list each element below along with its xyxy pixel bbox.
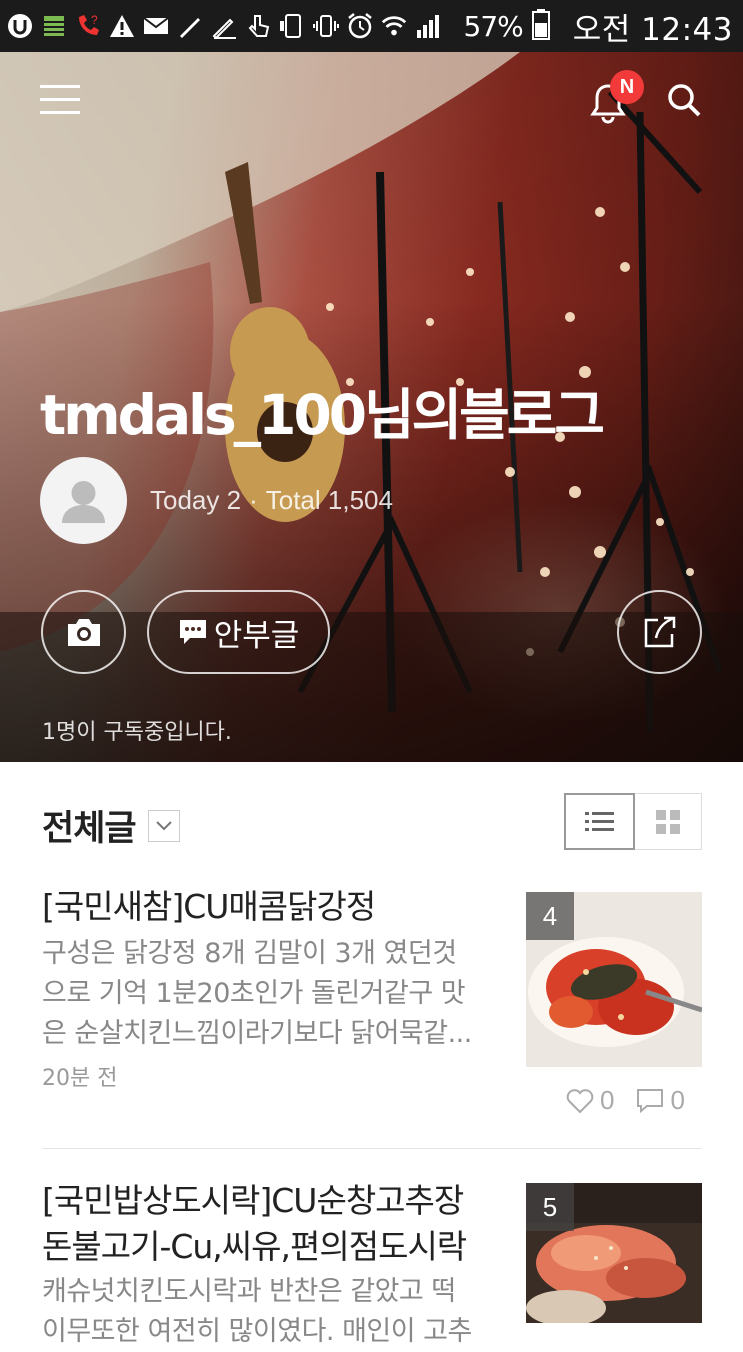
phone-icon bbox=[278, 12, 306, 40]
post-divider bbox=[42, 1148, 702, 1149]
blog-title: tmdals_100님의블로그 bbox=[40, 383, 605, 447]
total-count: Total 1,504 bbox=[265, 485, 393, 515]
share-button[interactable] bbox=[617, 590, 702, 674]
like-button[interactable]: 0 bbox=[566, 1085, 614, 1116]
u-plus-icon bbox=[6, 12, 34, 40]
excerpt-line: 이무또한 여전히 많이였다. 매인이 고추 bbox=[42, 1316, 472, 1347]
category-header: 전체글 bbox=[42, 800, 180, 851]
camera-icon bbox=[67, 619, 100, 646]
grid-view-button[interactable] bbox=[634, 794, 701, 849]
battery-icon bbox=[531, 8, 551, 44]
notification-badge: N bbox=[610, 70, 644, 104]
excerpt-line: 은 순살치킨느낌이라기보다 닭어묵같... bbox=[42, 1018, 472, 1049]
search-icon bbox=[668, 84, 701, 117]
comment-button[interactable]: 0 bbox=[636, 1085, 685, 1116]
search-button[interactable] bbox=[664, 80, 704, 120]
subscriber-count: 1명이 구독중입니다. bbox=[42, 720, 232, 745]
hamburger-icon bbox=[40, 85, 80, 114]
view-toggle bbox=[564, 793, 702, 850]
post-title[interactable]: [국민새참]CU매콤닭강정 bbox=[42, 884, 508, 930]
post-item[interactable]: [국민밥상도시락]CU순창고추장 돈불고기-Cu,씨유,편의점도시락 캐슈넛치킨… bbox=[42, 1178, 702, 1347]
post-reactions: 0 0 bbox=[566, 1085, 685, 1116]
share-icon bbox=[644, 616, 675, 648]
alarm-icon bbox=[346, 12, 374, 40]
post-text: [국민새참]CU매콤닭강정 구성은 닭강정 8개 김말이 3개 였던것 으로 기… bbox=[42, 884, 508, 1092]
vibrate-icon bbox=[312, 12, 340, 40]
clock: 오전 12:43 bbox=[572, 11, 733, 48]
post-title[interactable]: [국민밥상도시락]CU순창고추장 돈불고기-Cu,씨유,편의점도시락 bbox=[42, 1178, 508, 1270]
post-thumbnail[interactable]: 5 bbox=[526, 1183, 702, 1323]
guestbook-label: 안부글 bbox=[213, 617, 300, 654]
pen-icon bbox=[210, 12, 238, 40]
comment-icon bbox=[637, 1088, 664, 1113]
warning-icon bbox=[108, 12, 136, 40]
category-title: 전체글 bbox=[42, 809, 137, 849]
photo-count: 5 bbox=[526, 1183, 574, 1231]
visitor-stats: Today 2 · Total 1,504 bbox=[150, 485, 393, 516]
grid-icon bbox=[655, 809, 680, 834]
missed-call-icon: ? bbox=[74, 12, 102, 40]
menu-button[interactable] bbox=[36, 80, 86, 120]
category-dropdown[interactable] bbox=[147, 809, 180, 842]
photo-count: 4 bbox=[526, 892, 574, 940]
camera-button[interactable] bbox=[41, 590, 126, 674]
excerpt-line: 구성은 닭강정 8개 김말이 3개 였던것 bbox=[42, 938, 457, 969]
signal-icon bbox=[414, 12, 442, 40]
svg-text:?: ? bbox=[91, 13, 98, 27]
post-thumbnail[interactable]: 4 bbox=[526, 892, 702, 1067]
title-line: 돈불고기-Cu,씨유,편의점도시락 bbox=[42, 1227, 467, 1266]
blog-cover: N tmdals_100님의블로그 Today 2 · Total 1,504 안부… bbox=[0, 52, 743, 762]
like-count: 0 bbox=[600, 1085, 615, 1115]
avatar[interactable] bbox=[40, 457, 127, 544]
pen-icon bbox=[176, 12, 204, 40]
battery-percent: 57% bbox=[463, 9, 524, 43]
guestbook-button[interactable]: 안부글 bbox=[147, 590, 330, 674]
post-text: [국민밥상도시락]CU순창고추장 돈불고기-Cu,씨유,편의점도시락 캐슈넛치킨… bbox=[42, 1178, 508, 1352]
title-line: [국민밥상도시락]CU순창고추장 bbox=[42, 1181, 464, 1220]
post-excerpt: 캐슈넛치킨도시락과 반찬은 같았고 떡 이무또한 여전히 많이였다. 매인이 고… bbox=[42, 1272, 508, 1352]
heart-icon bbox=[566, 1088, 594, 1113]
excerpt-line: 캐슈넛치킨도시락과 반찬은 같았고 떡 bbox=[42, 1276, 456, 1307]
mail-icon bbox=[142, 12, 170, 40]
stats-separator: · bbox=[249, 485, 258, 515]
default-profile-icon bbox=[62, 481, 105, 523]
comment-count: 0 bbox=[670, 1085, 685, 1115]
list-view-button[interactable] bbox=[564, 793, 635, 850]
excerpt-line: 으로 기억 1분20초인가 돌린거같구 맛 bbox=[42, 978, 466, 1009]
storage-icon bbox=[40, 12, 68, 40]
status-bar: ? 57% 오전 12:43 bbox=[0, 0, 743, 52]
chevron-down-icon bbox=[155, 820, 172, 830]
post-time: 20분 전 bbox=[42, 1066, 118, 1091]
post-excerpt: 구성은 닭강정 8개 김말이 3개 였던것 으로 기억 1분20초인가 돌린거같… bbox=[42, 934, 508, 1054]
touch-icon bbox=[244, 12, 272, 40]
notification-icons: ? bbox=[0, 12, 442, 40]
today-count: Today 2 bbox=[150, 485, 242, 515]
list-icon bbox=[584, 811, 614, 831]
speech-bubble-icon bbox=[179, 620, 206, 644]
wifi-icon bbox=[380, 12, 408, 40]
